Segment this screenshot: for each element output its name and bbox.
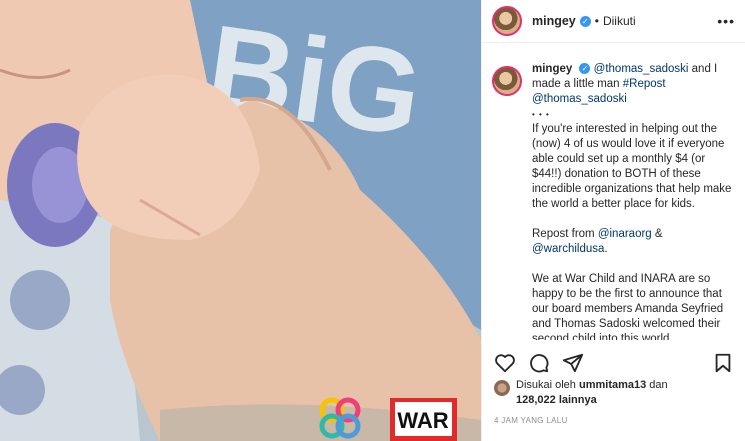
caption-text: mingey ✓ @thomas_sadoski and I made a li… [532, 62, 736, 340]
caption-paragraph: If you're interested in helping out the … [532, 123, 732, 210]
post-photo[interactable]: BiG WAR [0, 0, 481, 441]
action-bar [494, 350, 734, 376]
post-username[interactable]: mingey [532, 14, 576, 28]
verified-icon: ✓ [579, 63, 591, 75]
likes-connector: dan [646, 379, 668, 391]
likes-count[interactable]: 128,022 [516, 394, 556, 406]
post-header: mingey ✓ • Diikuti ••• [482, 0, 745, 43]
liker-avatar[interactable] [494, 380, 510, 396]
post-side-panel: mingey ✓ • Diikuti ••• mingey ✓ @thomas_… [481, 0, 745, 441]
likes-summary: Disukai oleh ummitama13 dan 128,022 lain… [494, 378, 734, 408]
period: . [604, 243, 608, 255]
likes-suffix[interactable]: lainnya [556, 394, 597, 406]
share-icon[interactable] [562, 352, 584, 374]
caption-dots: • • • [532, 110, 550, 119]
likes-prefix: Disukai oleh [516, 379, 579, 391]
avatar[interactable] [492, 6, 522, 36]
verified-icon: ✓ [579, 15, 591, 27]
liker-username[interactable]: ummitama13 [579, 379, 646, 391]
more-options-icon[interactable]: ••• [717, 13, 735, 29]
amp: & [651, 228, 663, 240]
caption-avatar[interactable] [492, 66, 522, 96]
mention-link[interactable]: @thomas_sadoski [594, 63, 689, 75]
post-timestamp[interactable]: 4 JAM YANG LALU [494, 416, 568, 425]
separator-dot: • [594, 14, 599, 28]
war-child-logo-text: WAR [397, 408, 448, 433]
follow-status[interactable]: Diikuti [603, 14, 636, 28]
mention-link[interactable]: @thomas_sadoski [532, 93, 627, 105]
comment-icon[interactable] [528, 352, 550, 374]
mention-link[interactable]: @warchildusa [532, 243, 604, 255]
heart-icon[interactable] [494, 352, 516, 374]
bookmark-icon[interactable] [712, 352, 734, 374]
hashtag-link[interactable]: #Repost [623, 78, 666, 90]
mention-link[interactable]: @inaraorg [598, 228, 652, 240]
repost-prefix: Repost from [532, 228, 598, 240]
caption-paragraph: We at War Child and INARA are so happy t… [532, 273, 724, 340]
photo-image: BiG WAR [0, 0, 481, 441]
caption: mingey ✓ @thomas_sadoski and I made a li… [492, 62, 736, 340]
caption-username[interactable]: mingey [532, 63, 572, 75]
